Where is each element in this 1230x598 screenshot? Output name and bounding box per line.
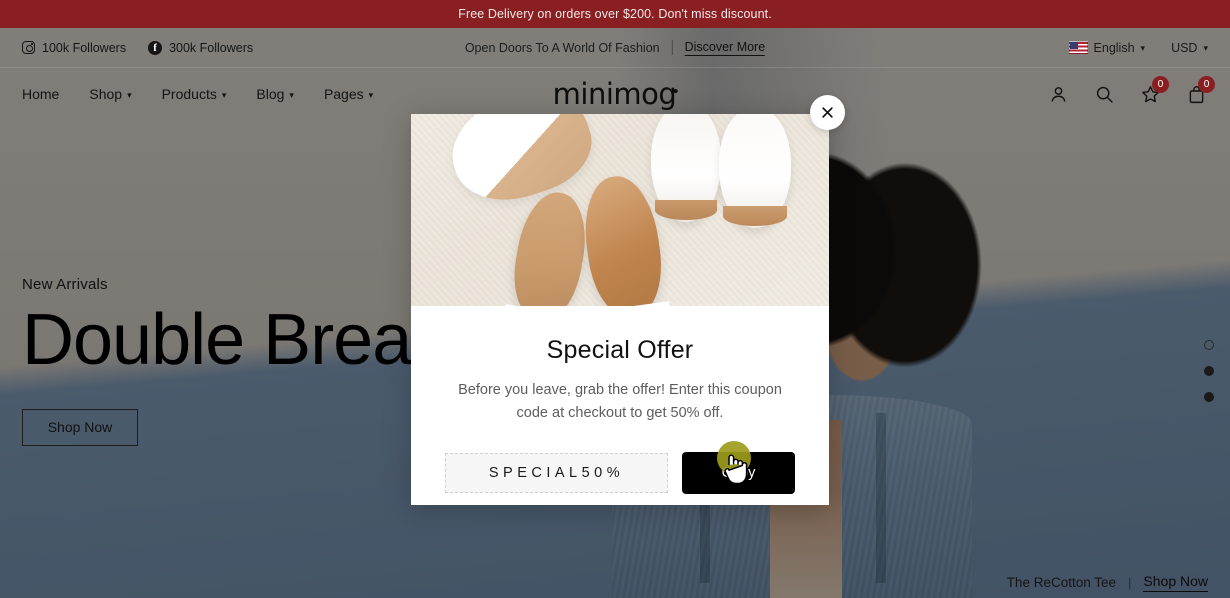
slider-dot-1[interactable]: [1204, 340, 1214, 350]
cart-badge: 0: [1198, 76, 1215, 93]
nav-label: Products: [161, 86, 217, 102]
chevron-down-icon: ▾: [368, 89, 374, 100]
tagline-text: Open Doors To A World Of Fashion: [464, 40, 660, 55]
account-icon[interactable]: [1046, 82, 1070, 106]
currency-label: USD: [1171, 40, 1198, 55]
nav-item-shop[interactable]: Shop ▾: [89, 86, 131, 102]
instagram-followers-label: 100k Followers: [42, 40, 127, 55]
discover-more-link[interactable]: Discover More: [684, 40, 766, 56]
hero-footer: The ReCotton Tee | Shop Now: [1007, 573, 1208, 592]
modal-actions: SPECIAL50% Copy: [411, 451, 829, 494]
coupon-code-field[interactable]: SPECIAL50%: [445, 452, 668, 493]
wishlist-star-icon[interactable]: 0: [1138, 76, 1169, 106]
shoe-white-sneaker-right: [719, 114, 791, 228]
social-links: 100k Followers f 300k Followers: [22, 40, 254, 55]
topbar-center: Open Doors To A World Of Fashion Discove…: [464, 40, 766, 56]
announcement-bar: Free Delivery on orders over $200. Don't…: [0, 0, 1230, 28]
main-header: Home Shop ▾ Products ▾ Blog ▾ Pages ▾ mi…: [0, 68, 1230, 120]
cart-bag-icon[interactable]: 0: [1184, 76, 1215, 106]
modal-title: Special Offer: [546, 336, 694, 364]
hero-footer-separator: |: [1128, 575, 1132, 590]
language-label: English: [1093, 40, 1135, 55]
page-root: Free Delivery on orders over $200. Don't…: [0, 0, 1230, 598]
hero-footer-product: The ReCotton Tee: [1006, 575, 1117, 590]
logo-text: minimog: [552, 76, 677, 111]
header-icons: 0 0: [1046, 76, 1215, 106]
modal-description: Before you leave, grab the offer! Enter …: [458, 382, 782, 422]
chevron-down-icon: ▾: [221, 89, 227, 100]
instagram-followers[interactable]: 100k Followers: [22, 41, 126, 55]
chevron-down-icon: ▾: [127, 89, 132, 100]
facebook-followers[interactable]: f 300k Followers: [148, 40, 254, 55]
wishlist-badge: 0: [1152, 76, 1169, 93]
instagram-icon: [22, 41, 35, 54]
chevron-down-icon: ▾: [1203, 43, 1208, 53]
currency-selector[interactable]: USD ▾: [1171, 41, 1208, 55]
nav-item-blog[interactable]: Blog ▾: [256, 86, 294, 102]
special-offer-modal: Special Offer Before you leave, grab the…: [411, 114, 829, 505]
modal-image: [411, 114, 829, 306]
site-logo[interactable]: minimog: [552, 76, 678, 111]
facebook-followers-label: 300k Followers: [169, 40, 254, 55]
nav-item-home[interactable]: Home: [22, 86, 59, 102]
search-icon[interactable]: [1092, 82, 1116, 106]
nav-label: Home: [22, 86, 60, 102]
hero-footer-shop-now-link[interactable]: Shop Now: [1143, 573, 1208, 592]
shoe-white-sneaker-left: [651, 114, 721, 222]
chevron-down-icon: ▾: [289, 89, 294, 100]
nav-item-products[interactable]: Products ▾: [162, 86, 227, 102]
modal-body: Special Offer Before you leave, grab the…: [411, 306, 829, 426]
chevron-down-icon: ▾: [1140, 43, 1146, 53]
announcement-text: Free Delivery on orders over $200. Don't…: [458, 7, 772, 21]
main-navigation: Home Shop ▾ Products ▾ Blog ▾ Pages ▾: [22, 86, 373, 102]
topbar-divider: [671, 40, 673, 55]
slider-dot-3[interactable]: [1204, 392, 1214, 402]
close-icon[interactable]: [810, 95, 845, 130]
logo-dot-icon: [673, 88, 678, 93]
topbar-right: English ▾ USD ▾: [1068, 40, 1208, 55]
facebook-icon: f: [148, 40, 163, 55]
copy-button[interactable]: Copy: [682, 451, 795, 494]
hero-slider-dots: [1204, 340, 1214, 402]
top-bar: 100k Followers f 300k Followers Open Doo…: [0, 28, 1230, 68]
nav-item-pages[interactable]: Pages ▾: [324, 86, 373, 102]
hero-shop-now-button[interactable]: Shop Now: [22, 408, 138, 446]
language-selector[interactable]: English ▾: [1068, 40, 1146, 55]
nav-label: Shop: [89, 86, 123, 102]
nav-label: Blog: [256, 86, 285, 102]
us-flag-icon: [1068, 41, 1088, 54]
nav-label: Pages: [323, 86, 364, 102]
slider-dot-2[interactable]: [1204, 366, 1214, 376]
